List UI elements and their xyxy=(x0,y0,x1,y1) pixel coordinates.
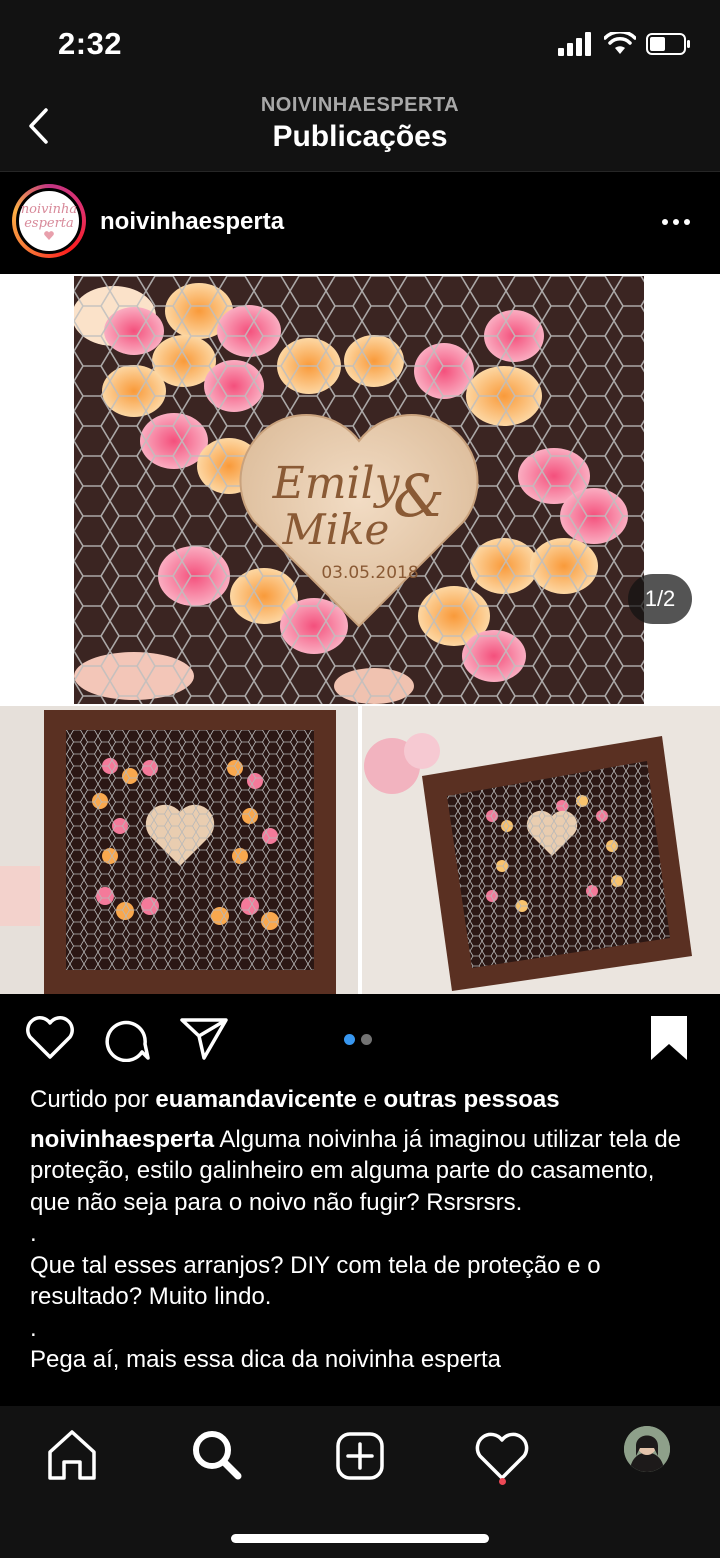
framed-scrolls-angled-illustration xyxy=(362,706,720,994)
status-time: 2:32 xyxy=(58,26,123,61)
post-image-left xyxy=(0,706,358,994)
nav-header: NOIVINHAESPERTA Publicações xyxy=(0,90,720,172)
wifi-icon xyxy=(604,32,636,54)
profile-avatar[interactable] xyxy=(624,1426,670,1472)
search-icon[interactable] xyxy=(186,1426,246,1486)
page-title: Publicações xyxy=(272,120,448,153)
heart-name-2: Mike xyxy=(282,505,390,554)
carousel-dot xyxy=(361,1034,372,1045)
caption-separator: . xyxy=(30,1314,37,1342)
heart-date: 03.05.2018 xyxy=(321,563,418,583)
caption-line-2: Que tal esses arranjos? DIY com tela de … xyxy=(30,1251,601,1311)
scrolls-heart-illustration: Emily & Mike 03.05.2018 xyxy=(74,276,644,704)
tab-bar xyxy=(0,1406,720,1558)
account-label: NOIVINHAESPERTA xyxy=(260,94,460,116)
post-image-main: Emily & Mike 03.05.2018 xyxy=(74,276,644,704)
activity-icon[interactable] xyxy=(472,1426,532,1486)
carousel-dots xyxy=(344,1034,372,1045)
framed-scrolls-illustration xyxy=(0,706,358,994)
post-media[interactable]: Emily & Mike 03.05.2018 1/2 xyxy=(0,274,720,994)
heart-ampersand: & xyxy=(393,462,445,530)
small-heart-icon xyxy=(44,230,54,240)
comment-icon[interactable] xyxy=(100,1014,152,1062)
liked-by-user[interactable]: euamandavicente xyxy=(155,1086,356,1113)
home-indicator xyxy=(231,1534,489,1543)
post-avatar[interactable]: noivinha esperta xyxy=(12,184,86,258)
carousel-counter: 1/2 xyxy=(628,574,692,624)
status-icons xyxy=(558,32,692,56)
caption-separator: . xyxy=(30,1220,37,1247)
caption: noivinhaesperta Alguma noivinha já imagi… xyxy=(30,1124,700,1219)
battery-icon xyxy=(646,33,690,55)
post-header: noivinha esperta noivinhaesperta xyxy=(0,172,720,274)
post-image-right xyxy=(362,706,720,994)
post-username[interactable]: noivinhaesperta xyxy=(100,208,284,236)
notification-dot xyxy=(499,1478,506,1485)
likes-line: Curtido por euamandavicente e outras pes… xyxy=(30,1086,560,1113)
carousel-dot-active xyxy=(344,1034,355,1045)
bookmark-icon[interactable] xyxy=(646,1014,692,1062)
caption-line-3: Pega aí, mais essa dica da noivinha espe… xyxy=(30,1346,501,1373)
status-bar: 2:32 xyxy=(0,0,720,90)
signal-icon xyxy=(558,32,591,56)
post-text: Curtido por euamandavicente e outras pes… xyxy=(30,1084,700,1376)
share-icon[interactable] xyxy=(178,1014,230,1062)
new-post-icon[interactable] xyxy=(330,1426,390,1486)
more-options-icon[interactable] xyxy=(662,210,694,234)
heart-name-1: Emily xyxy=(272,458,401,509)
avatar-logo-text: noivinha esperta xyxy=(20,201,78,231)
home-icon[interactable] xyxy=(42,1426,102,1486)
liked-by-others[interactable]: outras pessoas xyxy=(384,1086,560,1113)
caption-author[interactable]: noivinhaesperta xyxy=(30,1126,214,1153)
like-icon[interactable] xyxy=(24,1014,76,1062)
